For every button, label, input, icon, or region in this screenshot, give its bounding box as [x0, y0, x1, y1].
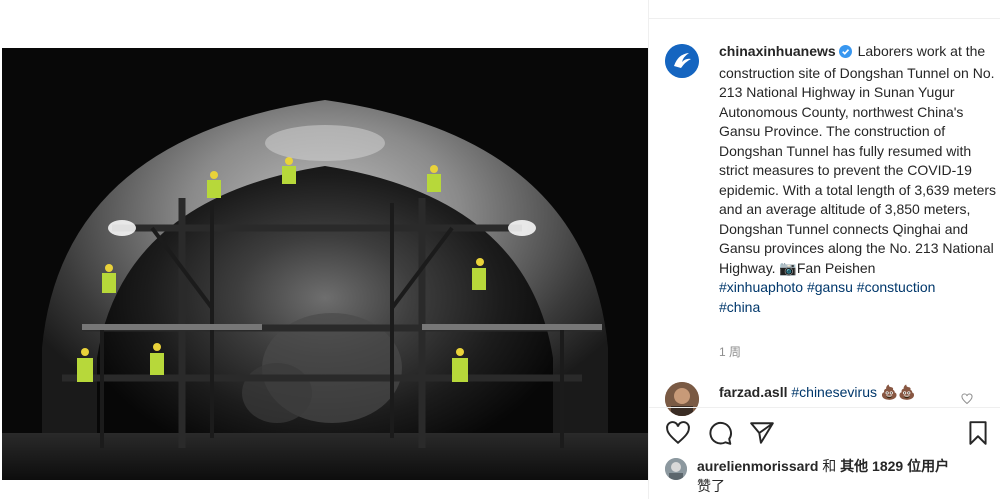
top-strip [0, 0, 648, 48]
post-time[interactable]: 1 周 [719, 343, 741, 360]
caption-text: chinaxinhuanews Laborers work at the con… [719, 42, 997, 317]
likes-suffix: 赞了 [697, 478, 725, 494]
bookmark-icon[interactable] [965, 420, 991, 451]
comment-text: farzad.asll #chinesevirus 💩💩 [719, 384, 916, 401]
likes-others-count[interactable]: 其他 1829 位用户 [840, 458, 949, 474]
likes-text: aurelienmorissard 和 其他 1829 位用户 赞了 [697, 456, 997, 496]
xinhua-logo-icon [665, 44, 699, 78]
post-photo[interactable] [2, 48, 648, 480]
verified-badge-icon [838, 44, 852, 64]
comment-hashtag[interactable]: #chinesevirus [791, 384, 877, 400]
commenter-avatar[interactable] [665, 382, 699, 416]
comment-item: farzad.asll #chinesevirus 💩💩 [665, 380, 995, 416]
hashtag-link[interactable]: #constuction [857, 279, 936, 295]
actions-divider [649, 407, 1000, 408]
likes-summary: aurelienmorissard 和 其他 1829 位用户 赞了 [665, 456, 995, 496]
commenter-username[interactable]: farzad.asll [719, 384, 787, 400]
comment-emoji: 💩💩 [880, 384, 916, 400]
share-icon[interactable] [749, 420, 775, 451]
liker-username[interactable]: aurelienmorissard [697, 458, 818, 474]
sidebar-top-divider [649, 18, 1000, 19]
liker-avatar[interactable] [665, 458, 687, 480]
commenter-avatar-image [665, 382, 699, 416]
tunnel-photo [2, 48, 648, 480]
author-username[interactable]: chinaxinhuanews [719, 43, 836, 59]
caption-body: Laborers work at the construction site o… [719, 43, 997, 276]
hashtag-link[interactable]: #gansu [807, 279, 853, 295]
likes-joiner: 和 [822, 458, 837, 474]
comment-icon[interactable] [707, 420, 733, 451]
hashtag-link[interactable]: #xinhuaphoto [719, 279, 803, 295]
liker-avatar-image [665, 458, 687, 480]
below-photo-margin [0, 480, 648, 499]
heart-icon[interactable] [665, 420, 691, 451]
author-avatar[interactable] [665, 44, 699, 78]
hashtag-link[interactable]: #china [719, 299, 760, 315]
post-sidebar: chinaxinhuanews Laborers work at the con… [648, 0, 1000, 499]
